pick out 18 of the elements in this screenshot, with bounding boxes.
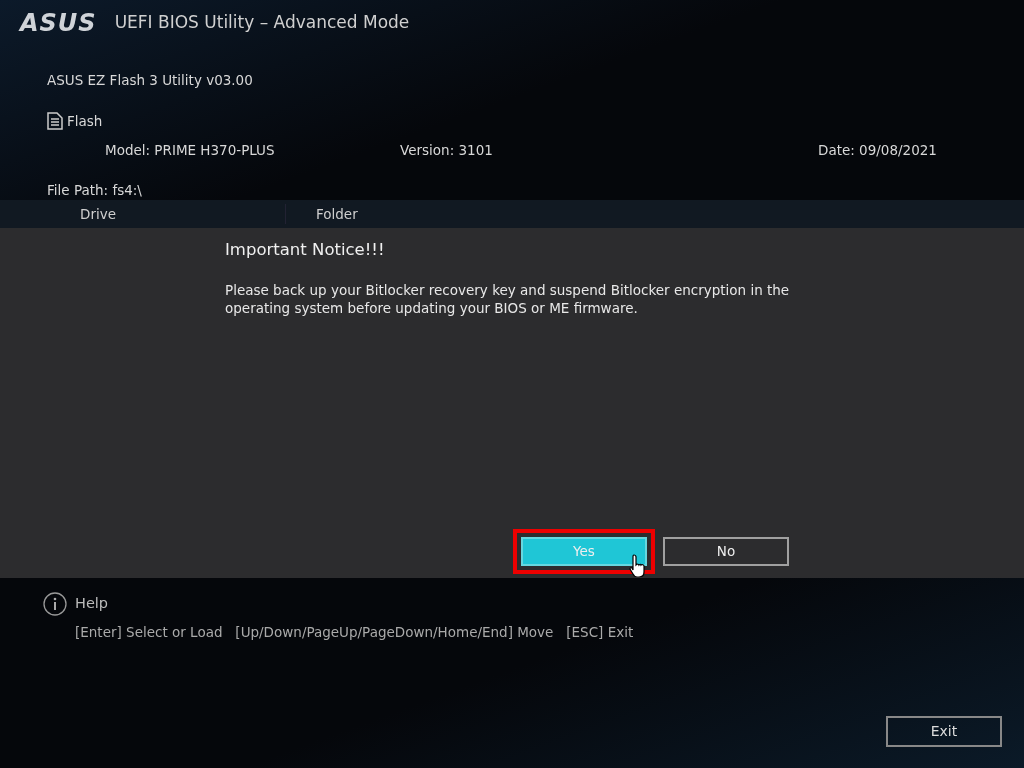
window-title: UEFI BIOS Utility – Advanced Mode <box>114 10 410 34</box>
column-header: Folder <box>285 203 358 225</box>
dialog-title: Important Notice!!! <box>225 239 386 261</box>
help-text: [Enter] Select or Load [Up/Down/PageUp/PageDown/Home/End] Move [ESC] Exit <box>75 623 635 642</box>
section-title: Flash <box>67 112 103 132</box>
logo: ASUS <box>20 7 97 39</box>
document-icon <box>47 112 63 131</box>
file-path: File Path: fs4:\ <box>47 180 143 200</box>
version-label: Version: 3101 <box>400 140 494 160</box>
exit-button[interactable]: Exit <box>886 716 1002 747</box>
dialog-button[interactable]: No <box>663 537 789 566</box>
info-icon <box>43 592 67 616</box>
dialog-message: Please back up your Bitlocker recovery key and suspend Bitlocker encryption in the operating system before updating your BIOS or ME firmware. <box>225 280 791 317</box>
date-label: Date: 09/08/2021 <box>818 140 937 160</box>
model-label: Model: PRIME H370-PLUS <box>105 140 276 160</box>
help-title: Help <box>75 594 109 614</box>
utility-name: ASUS EZ Flash 3 Utility v03.00 <box>47 71 254 90</box>
column-header: Drive <box>79 204 117 224</box>
